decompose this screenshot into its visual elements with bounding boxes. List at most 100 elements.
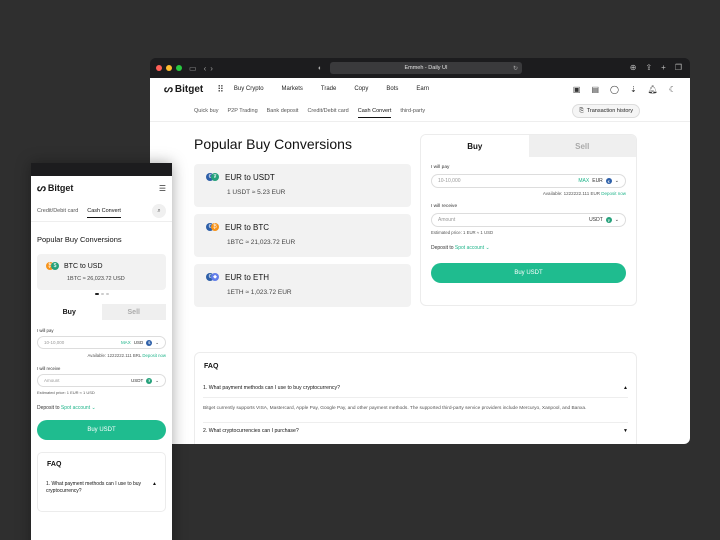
tab-p2p-trading[interactable]: P2P Trading [227, 108, 257, 114]
nav-links: Buy Crypto Markets Trade Copy Bots Earn [234, 86, 429, 92]
tab-credit-debit-card[interactable]: Credit/Debit card [37, 208, 78, 214]
buy-usdt-button[interactable]: Buy USDT [37, 420, 166, 440]
chevron-down-icon[interactable]: ⌄ [155, 378, 159, 384]
apps-grid-icon[interactable]: ⠿ [217, 84, 224, 95]
chevron-up-icon[interactable]: ▲ [152, 481, 157, 496]
mobile-window-controls [35, 167, 53, 171]
max-button[interactable]: MAX [578, 178, 589, 184]
chevron-down-icon[interactable]: ⌄ [615, 178, 619, 184]
tab-credit-debit-card[interactable]: Credit/Debit card [307, 108, 348, 114]
minimize-window-button[interactable] [166, 65, 172, 71]
history-icon: ⎘ [579, 107, 584, 114]
search-icon[interactable]: ⌕ [152, 204, 166, 218]
nav-item-bots[interactable]: Bots [386, 86, 398, 92]
transaction-history-button[interactable]: ⎘ Transaction history [572, 104, 640, 118]
conversion-title: BTC to USD [64, 262, 103, 270]
bitget-logo[interactable]: ᔕ Bitget [164, 84, 203, 95]
minimize-window-button[interactable] [42, 167, 46, 171]
faq-question-2[interactable]: 2. What cryptocurrencies can I purchase?… [203, 422, 628, 434]
tabs-icon[interactable]: ❐ [675, 63, 682, 72]
tab-buy[interactable]: Buy [421, 135, 529, 157]
eth-icon: ◆ [211, 273, 219, 281]
pager-dot[interactable] [100, 293, 104, 295]
receive-input[interactable]: Amount USDT ₮ ⌄ [431, 213, 626, 227]
receive-currency[interactable]: USDT [589, 217, 603, 223]
receive-input[interactable]: Amount USDT ₮ ⌄ [37, 374, 166, 387]
nav-item-copy[interactable]: Copy [354, 86, 368, 92]
chevron-down-icon[interactable]: ▼ [623, 428, 628, 434]
forward-icon[interactable]: › [210, 64, 213, 73]
close-window-button[interactable] [156, 65, 162, 71]
nav-item-markets[interactable]: Markets [282, 86, 303, 92]
subnav-tabs: Quick buy P2P Trading Bank deposit Credi… [194, 108, 425, 118]
tab-cash-convert[interactable]: Cash Convert [357, 108, 392, 118]
conversion-card-btc-usd[interactable]: ₿ $ BTC to USD 1BTC ≈ 26,023.72 USD [37, 254, 166, 290]
chevron-down-icon[interactable]: ⌄ [615, 217, 619, 223]
theme-toggle-icon[interactable]: ☾ [669, 85, 676, 94]
tab-sell[interactable]: Sell [528, 135, 636, 157]
faq-question-1-text: 1. What payment methods can I use to buy… [203, 385, 340, 391]
nav-item-trade[interactable]: Trade [321, 86, 336, 92]
max-button[interactable]: MAX [121, 340, 131, 345]
pay-input[interactable]: 10-10,000 MAX EUR € ⌄ [431, 174, 626, 188]
nav-item-earn[interactable]: Earn [416, 86, 429, 92]
spot-account-select[interactable]: Spot account ⌄ [455, 245, 490, 251]
maximize-window-button[interactable] [176, 65, 182, 71]
pay-input[interactable]: 10-10,000 MAX USD $ ⌄ [37, 336, 166, 349]
deposit-now-link[interactable]: Deposit now [601, 191, 626, 196]
usd-icon: $ [51, 262, 59, 270]
conversion-card-eur-eth[interactable]: € ◆ EUR to ETH 1ETH ≈ 1,023.72 EUR [194, 264, 411, 307]
usd-icon: $ [146, 339, 153, 346]
close-window-button[interactable] [35, 167, 39, 171]
new-tab-icon[interactable]: + [661, 63, 666, 72]
pager-dot[interactable] [105, 293, 109, 295]
receive-currency[interactable]: USDT [131, 378, 143, 383]
tab-cash-convert[interactable]: Cash Convert [87, 208, 121, 218]
tab-third-party[interactable]: third-party [400, 108, 425, 114]
address-bar[interactable]: ◐ Emmeh - Daily UI ↻ [318, 62, 522, 74]
download-app-icon[interactable]: ⇣ [630, 85, 637, 94]
conversion-card-eur-usdt[interactable]: € ₮ EUR to USDT 1 USDT ≈ 5.23 EUR [194, 164, 411, 207]
pager-dot[interactable] [94, 293, 99, 295]
spot-account-select[interactable]: Spot account ⌄ [61, 405, 96, 411]
chevron-up-icon[interactable]: ▲ [623, 385, 628, 391]
bell-icon[interactable]: 🔔︎ [648, 85, 658, 94]
pay-currency[interactable]: USD [134, 340, 144, 345]
hamburger-menu-icon[interactable]: ☰ [159, 184, 166, 193]
conversion-rate: 1BTC ≈ 26,023.72 USD [67, 276, 125, 282]
mobile-nav: ᔕ Bitget ☰ [31, 176, 172, 200]
mobile-page-title: Popular Buy Conversions [37, 235, 122, 244]
carousel-pager[interactable] [31, 293, 172, 295]
tab-quick-buy[interactable]: Quick buy [194, 108, 218, 114]
faq-title: FAQ [47, 461, 62, 468]
faq-question-1[interactable]: 1. What payment methods can I use to buy… [46, 481, 157, 502]
conversion-card-eur-btc[interactable]: € ₿ EUR to BTC 1BTC ≈ 21,023.72 EUR [194, 214, 411, 257]
orders-icon[interactable]: ▤ [591, 85, 599, 94]
tab-buy[interactable]: Buy [37, 304, 102, 320]
tab-bank-deposit[interactable]: Bank deposit [267, 108, 299, 114]
buy-widget: Buy Sell I will pay 10-10,000 MAX EUR € … [420, 134, 637, 306]
available-value: 1222222.111 EUR [563, 191, 600, 196]
conversion-title: EUR to ETH [225, 272, 270, 282]
deposit-now-link[interactable]: Deposit now [142, 353, 166, 358]
faq-question-1[interactable]: 1. What payment methods can I use to buy… [203, 385, 628, 398]
tab-sell[interactable]: Sell [101, 304, 166, 320]
user-icon[interactable]: ◯ [610, 85, 619, 94]
reload-icon[interactable]: ↻ [513, 65, 518, 72]
top-nav: ᔕ Bitget ⠿ Buy Crypto Markets Trade Copy… [150, 78, 690, 100]
back-icon[interactable]: ‹ [204, 64, 207, 73]
brand-name: Bitget [47, 183, 74, 193]
bitget-logo[interactable]: ᔕ Bitget [37, 183, 73, 194]
share-icon[interactable]: ⇪ [645, 63, 652, 72]
nav-item-buy-crypto[interactable]: Buy Crypto [234, 86, 264, 92]
buy-usdt-button[interactable]: Buy USDT [431, 263, 626, 283]
wallet-icon[interactable]: ▣ [573, 85, 581, 94]
pay-currency[interactable]: EUR [592, 178, 603, 184]
download-icon[interactable]: ⊕ [630, 63, 637, 72]
pay-label: I will pay [37, 328, 54, 333]
shield-icon: ◐ [318, 64, 323, 72]
maximize-window-button[interactable] [49, 167, 53, 171]
spot-account-label: Spot account [60, 405, 91, 411]
sidebar-icon[interactable]: ▭ [189, 64, 197, 73]
chevron-down-icon[interactable]: ⌄ [155, 340, 159, 346]
